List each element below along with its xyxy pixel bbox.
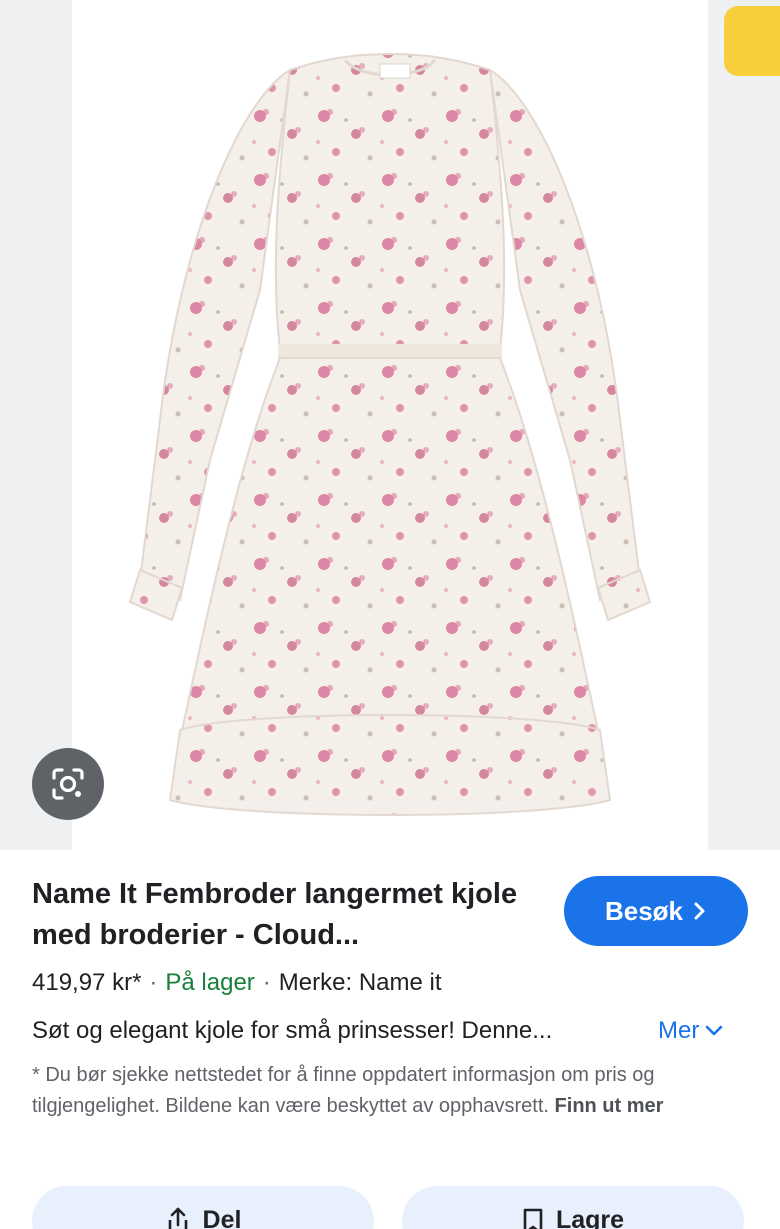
product-meta-line: 419,97 kr* · På lager · Merke: Name it [32, 966, 442, 1000]
visit-button[interactable]: Besøk [564, 876, 748, 946]
product-title[interactable]: Name It Fembroder langermet kjole med br… [32, 874, 532, 956]
next-image-edge [708, 0, 780, 850]
previous-image-edge [0, 0, 72, 850]
save-button[interactable]: Lagre [402, 1186, 744, 1229]
more-button[interactable]: Mer [658, 1014, 723, 1048]
dress-product-image [128, 52, 652, 816]
chevron-right-icon [694, 902, 705, 920]
learn-more-link[interactable]: Finn ut mer [555, 1095, 664, 1117]
chevron-down-icon [706, 1025, 723, 1036]
product-info-panel: Name It Fembroder langermet kjole med br… [0, 850, 780, 1229]
more-button-label: Mer [658, 1017, 700, 1044]
bookmark-icon [523, 1208, 543, 1229]
save-button-label: Lagre [555, 1206, 625, 1229]
product-price: 419,97 kr* [32, 969, 142, 996]
stock-status: På lager [165, 969, 255, 996]
product-description: Søt og elegant kjole for små prinsesser!… [32, 1017, 553, 1044]
visit-button-label: Besøk [604, 895, 684, 926]
product-image-panel[interactable] [0, 0, 780, 850]
share-button-label: Del [202, 1206, 242, 1229]
share-button[interactable]: Del [32, 1186, 374, 1229]
disclaimer-notice: * Du bør sjekke nettstedet for å finne o… [32, 1060, 732, 1122]
meta-separator: · [149, 969, 158, 996]
product-brand: Merke: Name it [278, 969, 442, 996]
share-icon [168, 1207, 187, 1229]
lens-search-icon [52, 768, 84, 800]
adjacent-thumbnail [724, 6, 780, 76]
meta-separator: · [262, 969, 271, 996]
lens-search-button[interactable] [32, 748, 104, 820]
